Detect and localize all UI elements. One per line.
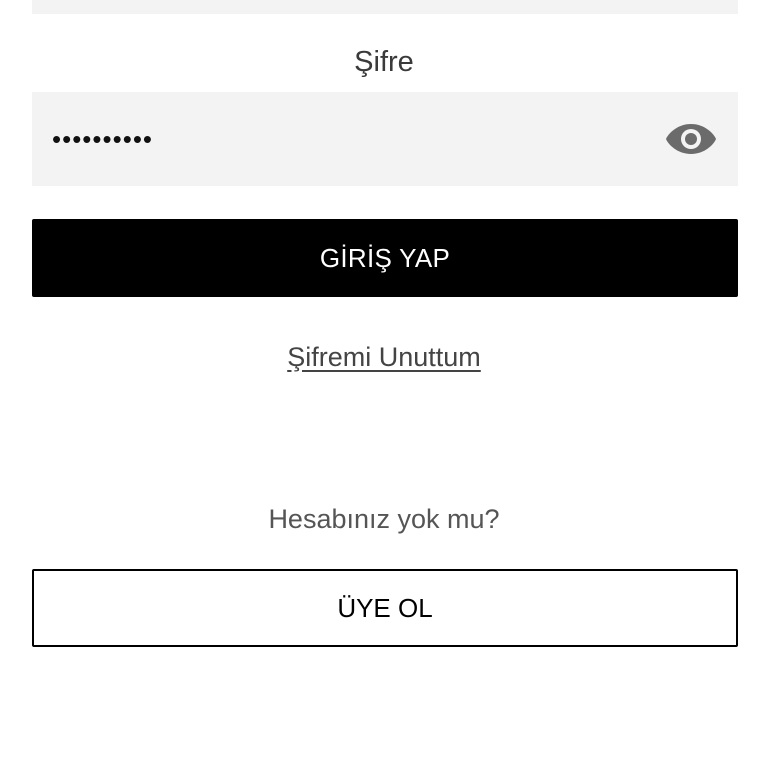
forgot-password-link[interactable]: Şifremi Unuttum xyxy=(287,342,481,372)
password-field[interactable] xyxy=(32,92,738,186)
login-button[interactable]: GİRİŞ YAP xyxy=(32,219,738,297)
password-input[interactable] xyxy=(52,92,652,186)
password-label: Şifre xyxy=(354,46,414,78)
eye-icon[interactable] xyxy=(664,116,718,162)
previous-input-field[interactable] xyxy=(32,0,738,14)
signup-prompt: Hesabınız yok mu? xyxy=(268,504,500,534)
forgot-password-container: Şifremi Unuttum xyxy=(0,342,768,373)
eye-icon-graphic xyxy=(666,124,716,154)
signup-button[interactable]: ÜYE OL xyxy=(32,569,738,647)
